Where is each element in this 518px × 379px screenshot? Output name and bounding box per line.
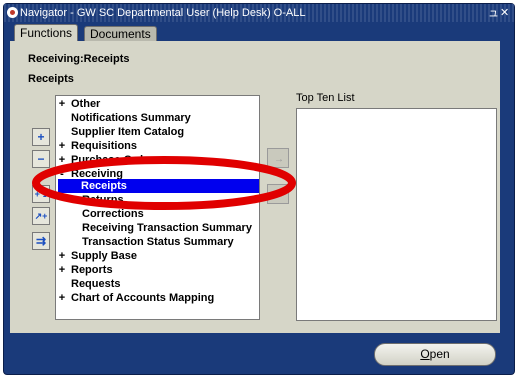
list-item[interactable]: Notifications Summary [56,111,259,125]
top-ten-list[interactable] [296,108,497,321]
open-button-mnemonic: O [420,347,430,361]
collapse-all-icon: ⇉ [35,234,47,248]
expand-branch-button[interactable]: +↘ [32,185,50,203]
expand-all-button[interactable]: ↗+ [32,207,50,225]
close-icon[interactable]: ✕ [500,4,509,22]
list-item[interactable]: Corrections [56,207,259,221]
navigator-function-list[interactable]: + Other Notifications Summary Supplier It… [55,95,260,320]
list-item[interactable]: Requests [56,277,259,291]
list-item[interactable]: + Supply Base [56,249,259,263]
arrow-right-icon: → [274,154,284,165]
expand-button[interactable]: + [32,128,50,146]
screenshot-frame: Navigator - GW SC Departmental User (Hel… [0,0,518,379]
list-item[interactable]: Receiving Transaction Summary [56,221,259,235]
top-ten-label: Top Ten List [296,92,355,104]
expand-plus-icon: + [37,130,45,144]
list-item[interactable]: + Reports [56,263,259,277]
list-item[interactable]: Supplier Item Catalog [56,125,259,139]
expand-all-icon: ↗+ [34,211,48,221]
breadcrumb: Receiving:Receipts [28,53,130,65]
list-item[interactable]: Transaction Status Summary [56,235,259,249]
open-button-label-rest: pen [429,347,450,361]
tab-functions[interactable]: Functions [14,24,79,42]
collapse-button[interactable]: − [32,150,50,168]
title-bar[interactable]: Navigator - GW SC Departmental User (Hel… [4,4,514,22]
remove-from-top-ten-button[interactable]: ← [267,184,289,204]
list-item[interactable]: Returns [56,193,259,207]
collapse-minus-icon: − [37,152,45,166]
tab-documents[interactable]: Documents [84,26,157,42]
list-item[interactable]: + Chart of Accounts Mapping [56,291,259,305]
open-button[interactable]: Open [374,343,496,366]
minimize-icon[interactable]: ュ [488,4,499,22]
list-item[interactable]: + Purchase Orders [56,153,259,167]
section-title: Receipts [28,73,74,85]
expand-branch-icon: +↘ [34,189,48,199]
arrow-left-icon: ← [274,190,284,201]
oracle-logo-icon [7,7,18,18]
collapse-all-button[interactable]: ⇉ [32,232,50,250]
list-item[interactable]: + Other [56,97,259,111]
window-title: Navigator - GW SC Departmental User (Hel… [20,7,306,19]
list-item-selected[interactable]: Receipts [56,179,259,193]
add-to-top-ten-button[interactable]: → [267,148,289,168]
list-item[interactable]: + Requisitions [56,139,259,153]
